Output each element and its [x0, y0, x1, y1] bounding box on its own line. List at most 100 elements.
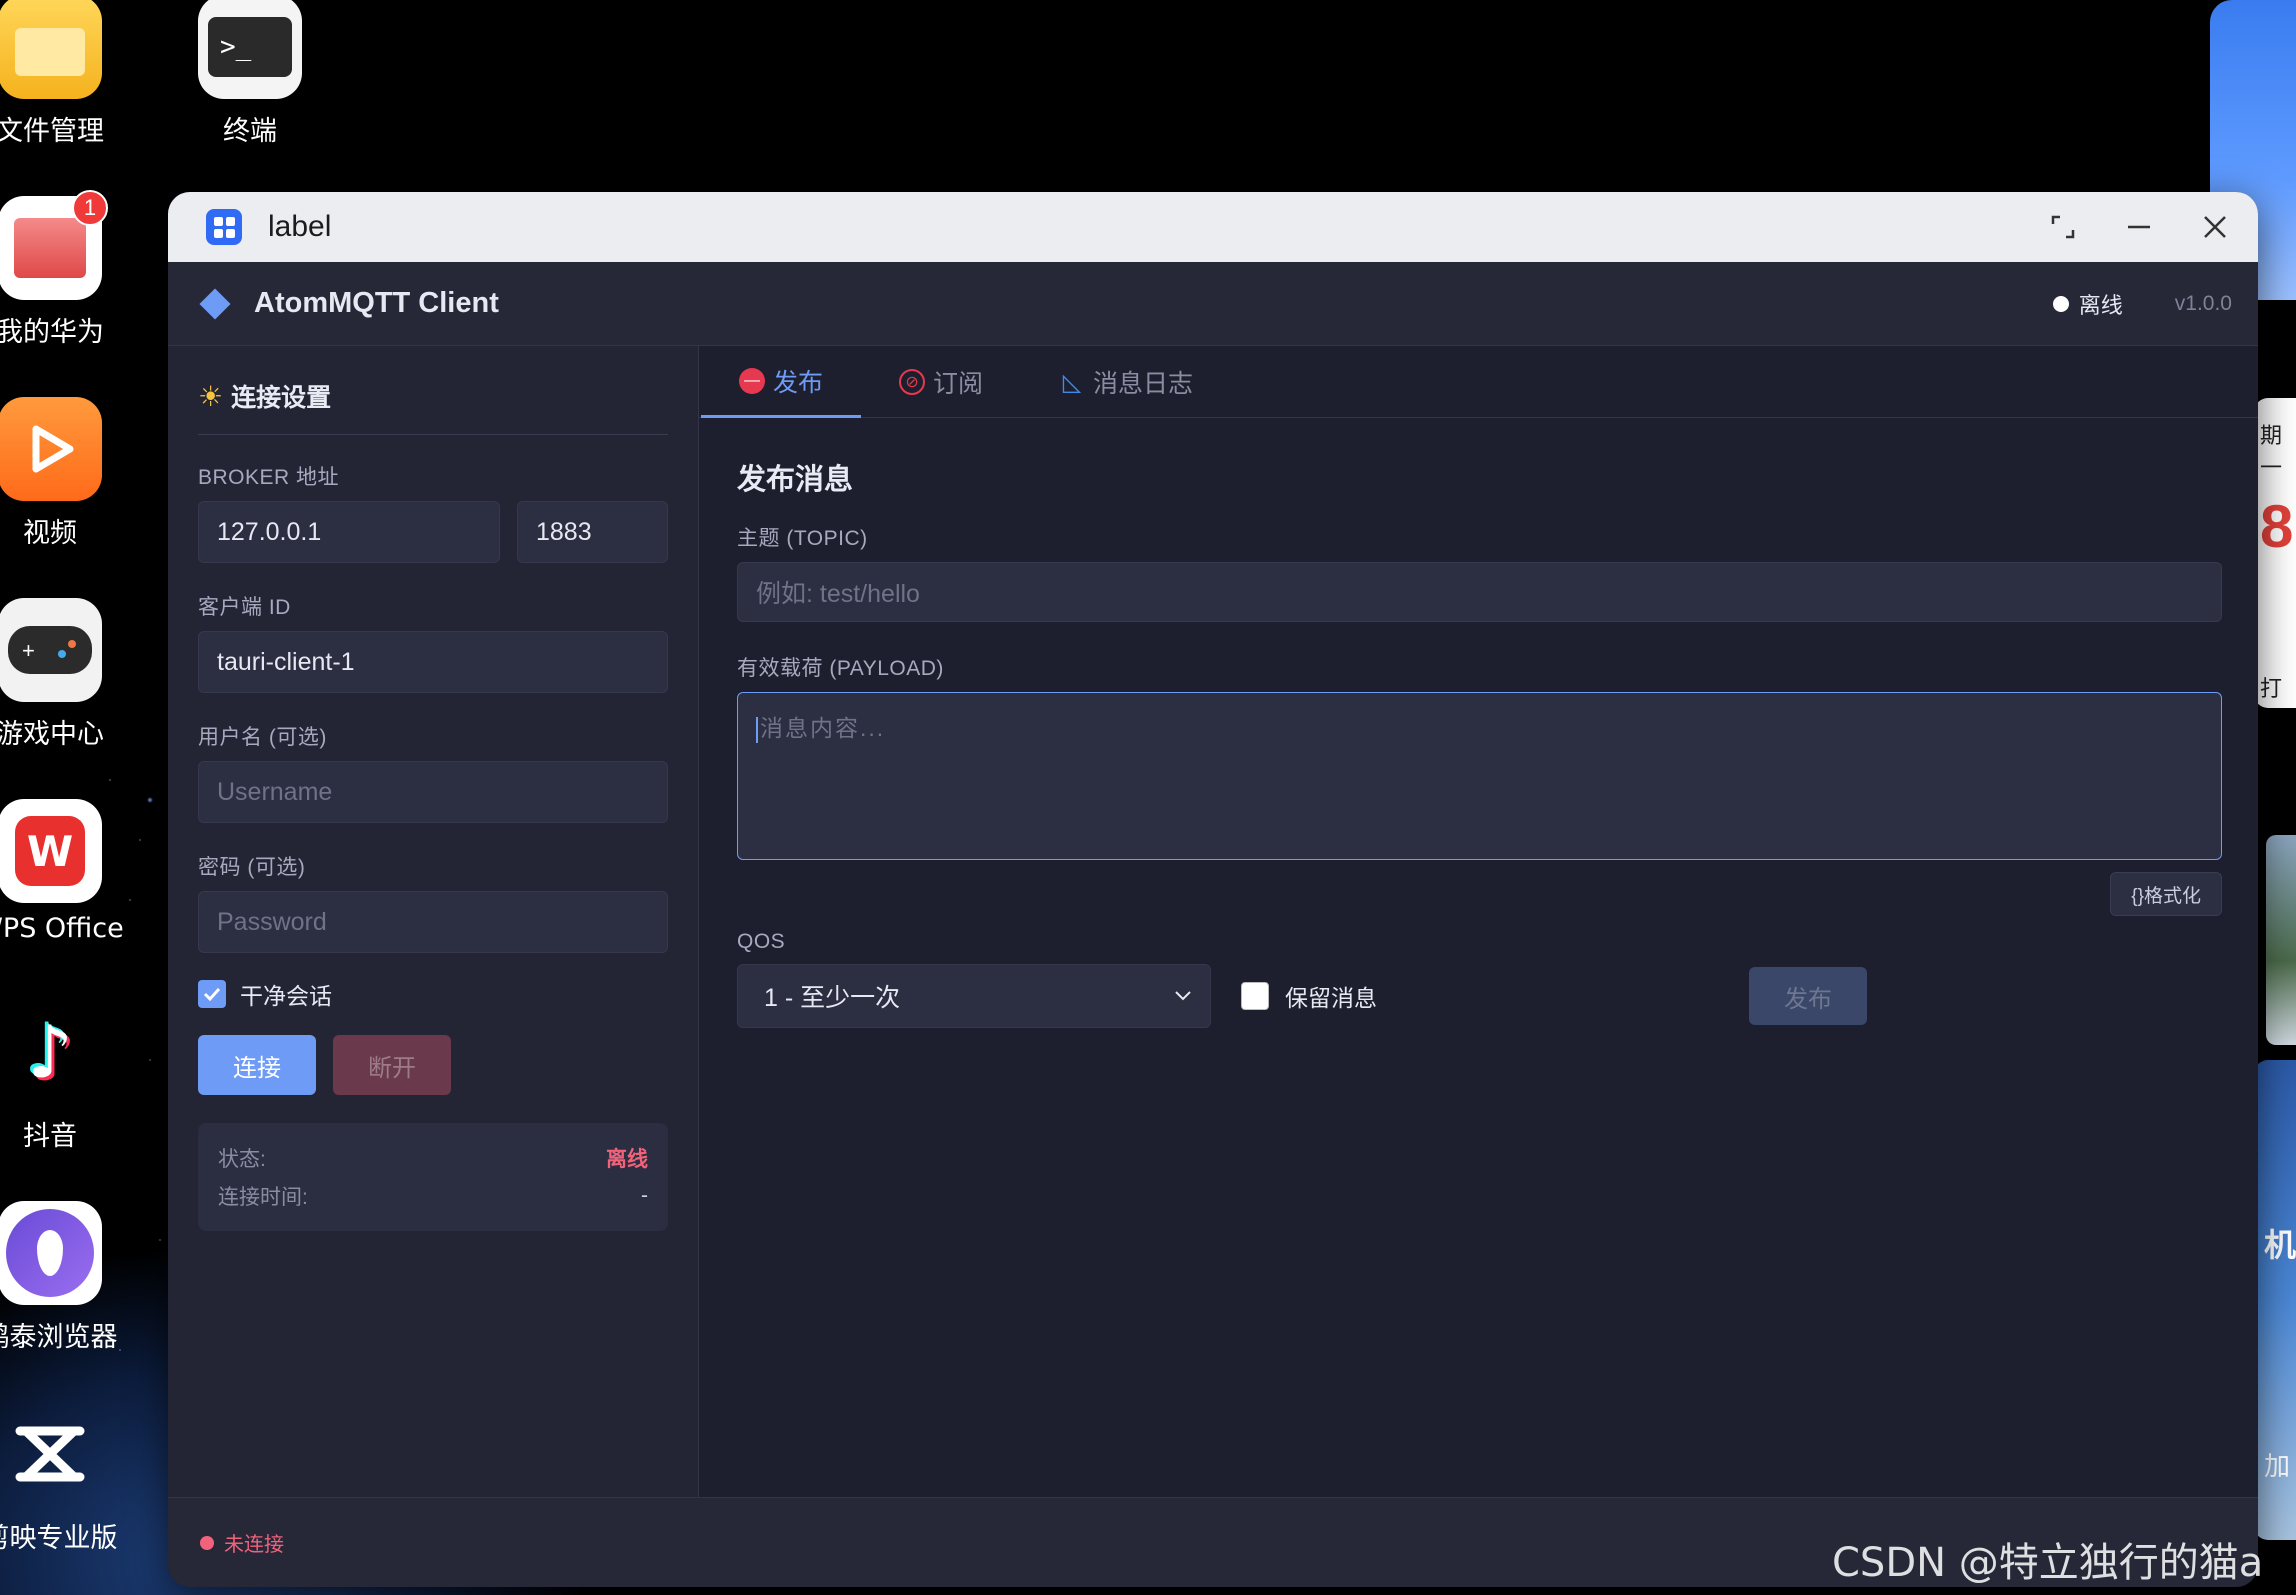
header-status-text: 离线	[2078, 292, 2123, 318]
retain-checkbox[interactable]	[1241, 982, 1269, 1010]
desktop-icon-games[interactable]: + 游戏中心	[0, 598, 135, 751]
browser-icon	[0, 1201, 102, 1305]
footer-status-dot-icon	[200, 1535, 214, 1550]
csdn-watermark: CSDN @特立独行的猫a	[1832, 1540, 2264, 1586]
desktop-icon-terminal[interactable]: >_ 终端	[165, 0, 335, 148]
tab-label: 发布	[773, 368, 824, 397]
desktop-icon-label: 鸿泰浏览器	[0, 1322, 118, 1353]
status-value: 离线	[606, 1148, 648, 1171]
header-connection-status: 离线 v1.0.0	[2052, 288, 2232, 320]
client-id-label: 客户端 ID	[198, 596, 291, 619]
password-label: 密码 (可选)	[198, 856, 306, 879]
connection-status-card: 状态: 离线 连接时间: -	[198, 1123, 668, 1231]
tab-label: 订阅	[933, 370, 984, 398]
huawei-icon: 1	[0, 190, 108, 300]
calendar-weekday: 期一	[2260, 423, 2283, 480]
broker-host-input[interactable]: 127.0.0.1	[198, 501, 500, 563]
app-version: v1.0.0	[2174, 291, 2232, 315]
tab-label: 消息日志	[1093, 370, 1194, 398]
retain-row[interactable]: 保留消息	[1241, 979, 1377, 1013]
connection-sidebar: ☀ 连接设置 BROKER 地址 127.0.0.1 1883 客户端 ID t…	[168, 346, 699, 1497]
card-text-a: 机	[2264, 1227, 2296, 1263]
username-label: 用户名 (可选)	[198, 726, 327, 749]
wps-icon: W	[0, 799, 102, 903]
logo-diamond-icon	[199, 287, 231, 320]
username-input[interactable]: Username	[198, 761, 668, 823]
client-id-input[interactable]: tauri-client-1	[198, 631, 668, 693]
text-caret	[756, 716, 758, 743]
connect-button[interactable]: 连接	[198, 1035, 316, 1095]
desktop-icon-label: 视频	[23, 518, 77, 549]
app-brand: AtomMQTT Client	[254, 287, 499, 319]
tab-subscribe[interactable]: ⊘ 订阅	[861, 346, 1021, 418]
sidebar-title-text: 连接设置	[231, 384, 332, 412]
app-header: AtomMQTT Client 离线 v1.0.0	[168, 262, 2258, 346]
video-icon	[0, 397, 102, 501]
desktop-icon-files[interactable]: 文件管理	[0, 0, 135, 148]
card-text-b: 加	[2264, 1451, 2291, 1481]
window-titlebar[interactable]: label	[168, 192, 2258, 262]
main-panel: — 发布 ⊘ 订阅 ◺ 消息日志 发布消息 主题 (TOPIC) 例如: tes…	[699, 346, 2258, 1497]
widget-edge-photo[interactable]	[2266, 835, 2296, 1045]
desktop-icon-label: WPS Office	[0, 913, 124, 944]
desktop-icon-douyin[interactable]: ♪ 抖音	[0, 1000, 135, 1153]
retain-label: 保留消息	[1285, 985, 1377, 1011]
widget-edge-card[interactable]: 机 加	[2254, 1060, 2296, 1540]
close-icon	[2204, 216, 2226, 238]
disconnect-button[interactable]: 断开	[333, 1035, 451, 1095]
calendar-day: 8	[2260, 493, 2294, 560]
minimize-button[interactable]	[2120, 208, 2158, 246]
app-window: label AtomMQTT Client 离线 v1.0.0 ☀ 连接设置 B…	[168, 192, 2258, 1587]
clean-session-label: 干净会话	[240, 983, 332, 1009]
payload-textarea[interactable]: 消息内容...	[737, 692, 2222, 860]
minimize-icon	[2128, 225, 2150, 229]
status-label: 状态:	[218, 1148, 266, 1171]
publish-icon: —	[739, 367, 765, 394]
gamepad-icon: +	[0, 598, 102, 702]
sidebar-title: ☀ 连接设置	[198, 378, 668, 435]
broker-port-input[interactable]: 1883	[517, 501, 668, 563]
desktop-icon-wps[interactable]: W WPS Office	[0, 799, 135, 944]
status-dot-icon	[2052, 295, 2069, 312]
ruler-icon: ◺	[1062, 368, 1082, 396]
format-button[interactable]: {}格式化	[2110, 872, 2222, 916]
payload-placeholder: 消息内容...	[760, 715, 886, 741]
qos-select[interactable]: 1 - 至少一次	[737, 964, 1211, 1028]
notification-badge: 1	[72, 190, 108, 226]
desktop-icon-capcut[interactable]: 剪映专业版	[0, 1402, 135, 1555]
desktop-icon-label: 游戏中心	[0, 719, 104, 750]
password-input[interactable]: Password	[198, 891, 668, 953]
topic-label: 主题 (TOPIC)	[737, 527, 868, 550]
broker-label: BROKER 地址	[198, 466, 340, 489]
calendar-open-link: 打开	[2260, 676, 2283, 701]
publish-button[interactable]: 发布	[1749, 967, 1867, 1025]
clean-session-checkbox[interactable]	[198, 980, 226, 1008]
connect-time-label: 连接时间:	[218, 1186, 308, 1209]
app-grid-icon	[206, 209, 242, 245]
topic-input[interactable]: 例如: test/hello	[737, 562, 2222, 622]
terminal-icon: >_	[198, 0, 302, 99]
maximize-icon	[2051, 215, 2075, 239]
qos-label: QOS	[737, 930, 786, 953]
tab-bar: — 发布 ⊘ 订阅 ◺ 消息日志	[699, 346, 2258, 418]
subscribe-icon: ⊘	[899, 369, 926, 395]
close-button[interactable]	[2196, 208, 2234, 246]
desktop-icon-myhuawei[interactable]: 1 我的华为	[0, 190, 135, 349]
check-icon	[203, 987, 221, 1002]
clean-session-row[interactable]: 干净会话	[198, 977, 668, 1011]
desktop-icon-browser[interactable]: 鸿泰浏览器	[0, 1201, 135, 1354]
publish-title: 发布消息	[737, 464, 854, 496]
desktop-icon-label: 抖音	[23, 1121, 77, 1152]
desktop-icon-label: 终端	[223, 116, 277, 147]
chevron-down-icon	[1175, 991, 1191, 1001]
tab-publish[interactable]: — 发布	[701, 346, 862, 418]
footer-status-text: 未连接	[224, 1534, 284, 1556]
maximize-button[interactable]	[2044, 208, 2082, 246]
tab-message-log[interactable]: ◺ 消息日志	[1021, 346, 1231, 418]
desktop-icon-video[interactable]: 视频	[0, 397, 135, 550]
widget-edge-calendar[interactable]: 期一 8 打开	[2254, 398, 2296, 708]
capcut-icon	[0, 1402, 102, 1506]
payload-label: 有效载荷 (PAYLOAD)	[737, 657, 944, 680]
folder-icon	[0, 0, 102, 99]
publish-form: 发布消息 主题 (TOPIC) 例如: test/hello 有效载荷 (PAY…	[699, 456, 2258, 1028]
